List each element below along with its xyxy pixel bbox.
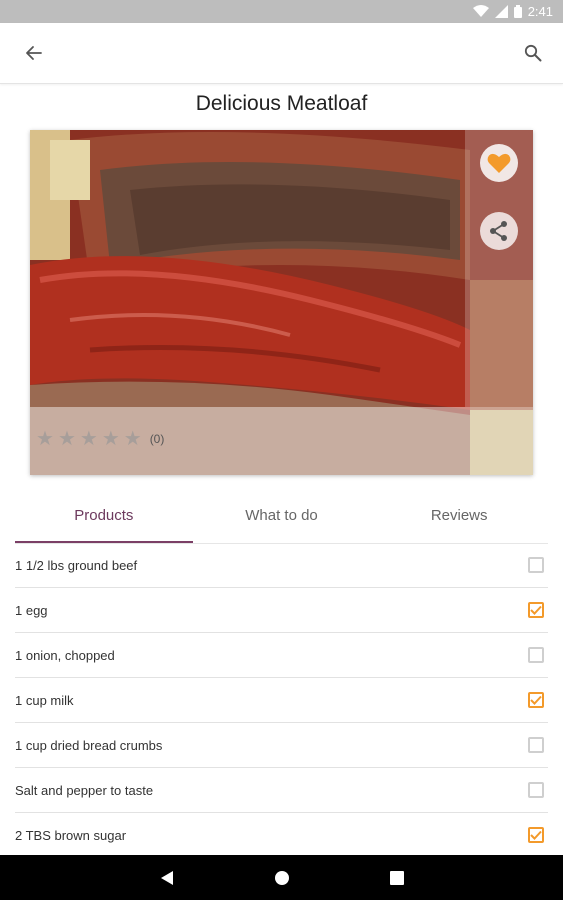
star-icon[interactable]: ★ <box>102 429 120 449</box>
list-item[interactable]: 1 1/2 lbs ground beef <box>15 543 548 588</box>
ingredient-label: Salt and pepper to taste <box>15 782 154 798</box>
wifi-icon <box>472 5 489 17</box>
list-item[interactable]: 2 TBS brown sugar <box>15 813 548 858</box>
back-arrow-icon <box>26 46 42 60</box>
rating-count: (0) <box>149 432 165 446</box>
list-item[interactable]: 1 onion, chopped <box>15 633 548 678</box>
list-item[interactable]: 1 cup dried bread crumbs <box>15 723 548 768</box>
status-time: 2:41 <box>527 4 553 19</box>
share-icon <box>490 221 507 241</box>
ingredient-label: 1 cup milk <box>15 692 74 708</box>
system-nav-bar <box>0 855 563 900</box>
tab-products[interactable]: Products <box>15 493 193 543</box>
check-icon <box>530 605 542 615</box>
check-icon <box>530 695 542 705</box>
recipe-title: Delicious Meatloaf <box>195 92 368 115</box>
ingredient-label: 2 TBS brown sugar <box>15 827 127 843</box>
ingredient-checkbox[interactable] <box>528 692 544 708</box>
status-bar: 2:41 <box>0 0 563 23</box>
ingredient-checkbox[interactable] <box>528 782 544 798</box>
nav-back-icon[interactable] <box>160 870 174 886</box>
list-item[interactable]: 1 egg <box>15 588 548 633</box>
heart-icon <box>487 153 511 173</box>
ingredient-label: 1 onion, chopped <box>15 647 115 663</box>
tab-what-to-do[interactable]: What to do <box>193 493 371 543</box>
star-icon[interactable]: ★ <box>58 429 76 449</box>
signal-icon <box>494 5 508 18</box>
star-icon[interactable]: ★ <box>36 429 54 449</box>
ingredient-label: 1 cup dried bread crumbs <box>15 737 163 753</box>
nav-home-icon[interactable] <box>274 870 290 886</box>
list-item[interactable]: 1 cup milk <box>15 678 548 723</box>
ingredient-list: 1 1/2 lbs ground beef 1 egg 1 onion, cho… <box>15 543 548 858</box>
star-icon[interactable]: ★ <box>124 429 142 449</box>
battery-icon <box>513 5 522 18</box>
rating-stars[interactable]: ★ ★ ★ ★ ★ (0) <box>36 429 164 449</box>
list-item[interactable]: Salt and pepper to taste <box>15 768 548 813</box>
app-bar <box>0 23 563 84</box>
check-icon <box>530 830 542 840</box>
recipe-tabs: Products What to do Reviews <box>15 493 548 543</box>
ingredient-label: 1 egg <box>15 602 48 618</box>
favorite-button[interactable] <box>480 144 518 182</box>
star-icon[interactable]: ★ <box>80 429 98 449</box>
recipe-image-card: ★ ★ ★ ★ ★ (0) <box>30 130 533 475</box>
ingredient-checkbox[interactable] <box>528 647 544 663</box>
ingredient-checkbox[interactable] <box>528 557 544 573</box>
ingredient-checkbox[interactable] <box>528 827 544 843</box>
ingredient-checkbox[interactable] <box>528 737 544 753</box>
search-button[interactable] <box>517 37 549 69</box>
search-icon <box>524 44 542 62</box>
back-button[interactable] <box>18 37 50 69</box>
ingredient-label: 1 1/2 lbs ground beef <box>15 557 138 573</box>
share-button[interactable] <box>480 212 518 250</box>
ingredient-checkbox[interactable] <box>528 602 544 618</box>
tab-reviews[interactable]: Reviews <box>370 493 548 543</box>
nav-recents-icon[interactable] <box>389 870 404 885</box>
